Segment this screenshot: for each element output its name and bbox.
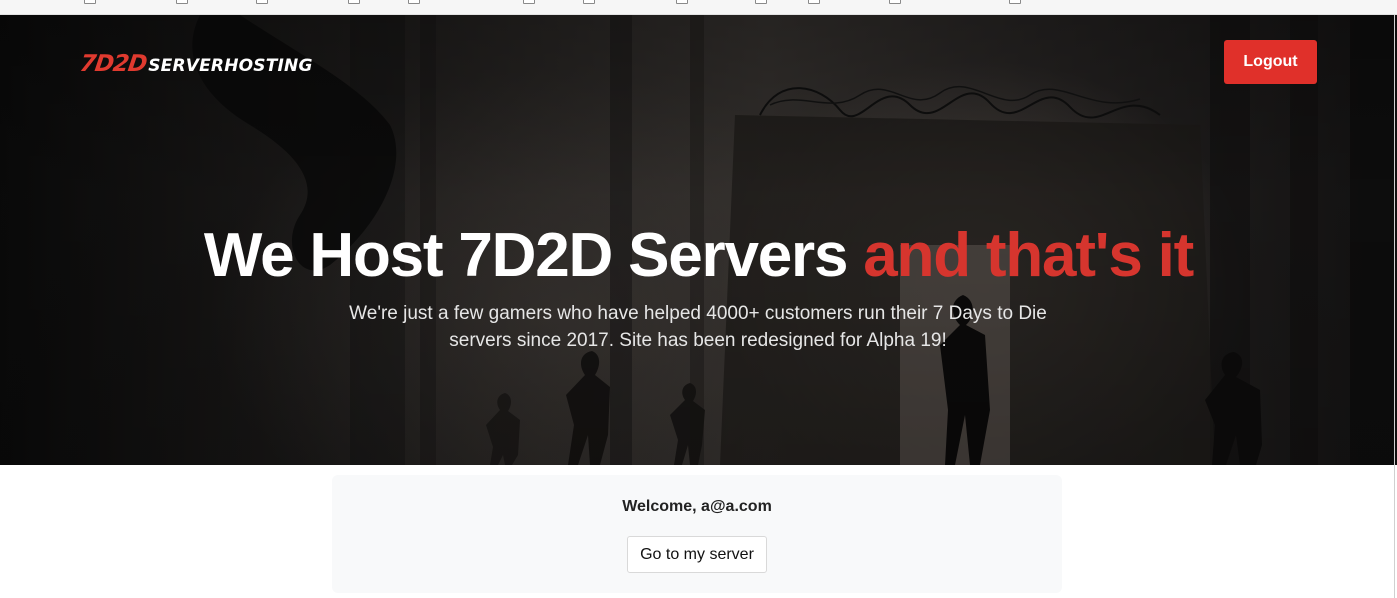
bookmark-folder-icon[interactable] xyxy=(176,0,188,4)
bookmark-folder-icon[interactable] xyxy=(408,0,420,4)
hero-title-main: We Host 7D2D Servers xyxy=(203,221,864,290)
hero-section: 7D2D SERVERHOSTING Logout We Host 7D2D S… xyxy=(0,15,1397,465)
bookmark-folder-icon[interactable] xyxy=(256,0,268,4)
go-to-server-button[interactable]: Go to my server xyxy=(627,536,767,573)
logo-text: SERVERHOSTING xyxy=(148,56,313,76)
bookmarks-bar xyxy=(0,0,1397,15)
bookmark-folder-icon[interactable] xyxy=(523,0,535,4)
hero-subtitle: We're just a few gamers who have helped … xyxy=(349,303,1047,351)
hero-title: We Host 7D2D Servers and that's it xyxy=(0,220,1397,291)
hero-title-accent: and that's it xyxy=(863,221,1194,290)
bookmark-folder-icon[interactable] xyxy=(889,0,901,4)
apps-icon[interactable] xyxy=(4,0,16,5)
bookmark-folder-icon[interactable] xyxy=(755,0,767,4)
bookmark-folder-icon[interactable] xyxy=(583,0,595,4)
bookmark-folder-icon[interactable] xyxy=(84,0,96,4)
logo-mark: 7D2D xyxy=(78,51,149,77)
welcome-greeting: Welcome, a@a.com xyxy=(622,498,772,515)
bookmark-folder-icon[interactable] xyxy=(676,0,688,4)
bookmark-folder-icon[interactable] xyxy=(348,0,360,4)
logout-button[interactable]: Logout xyxy=(1224,40,1317,84)
welcome-card: Welcome, a@a.com Go to my server xyxy=(332,475,1062,593)
bookmark-folder-icon[interactable] xyxy=(808,0,820,4)
bookmark-folder-icon[interactable] xyxy=(1009,0,1021,4)
site-logo[interactable]: 7D2D SERVERHOSTING xyxy=(78,51,313,77)
page-edge-divider xyxy=(1394,15,1395,598)
